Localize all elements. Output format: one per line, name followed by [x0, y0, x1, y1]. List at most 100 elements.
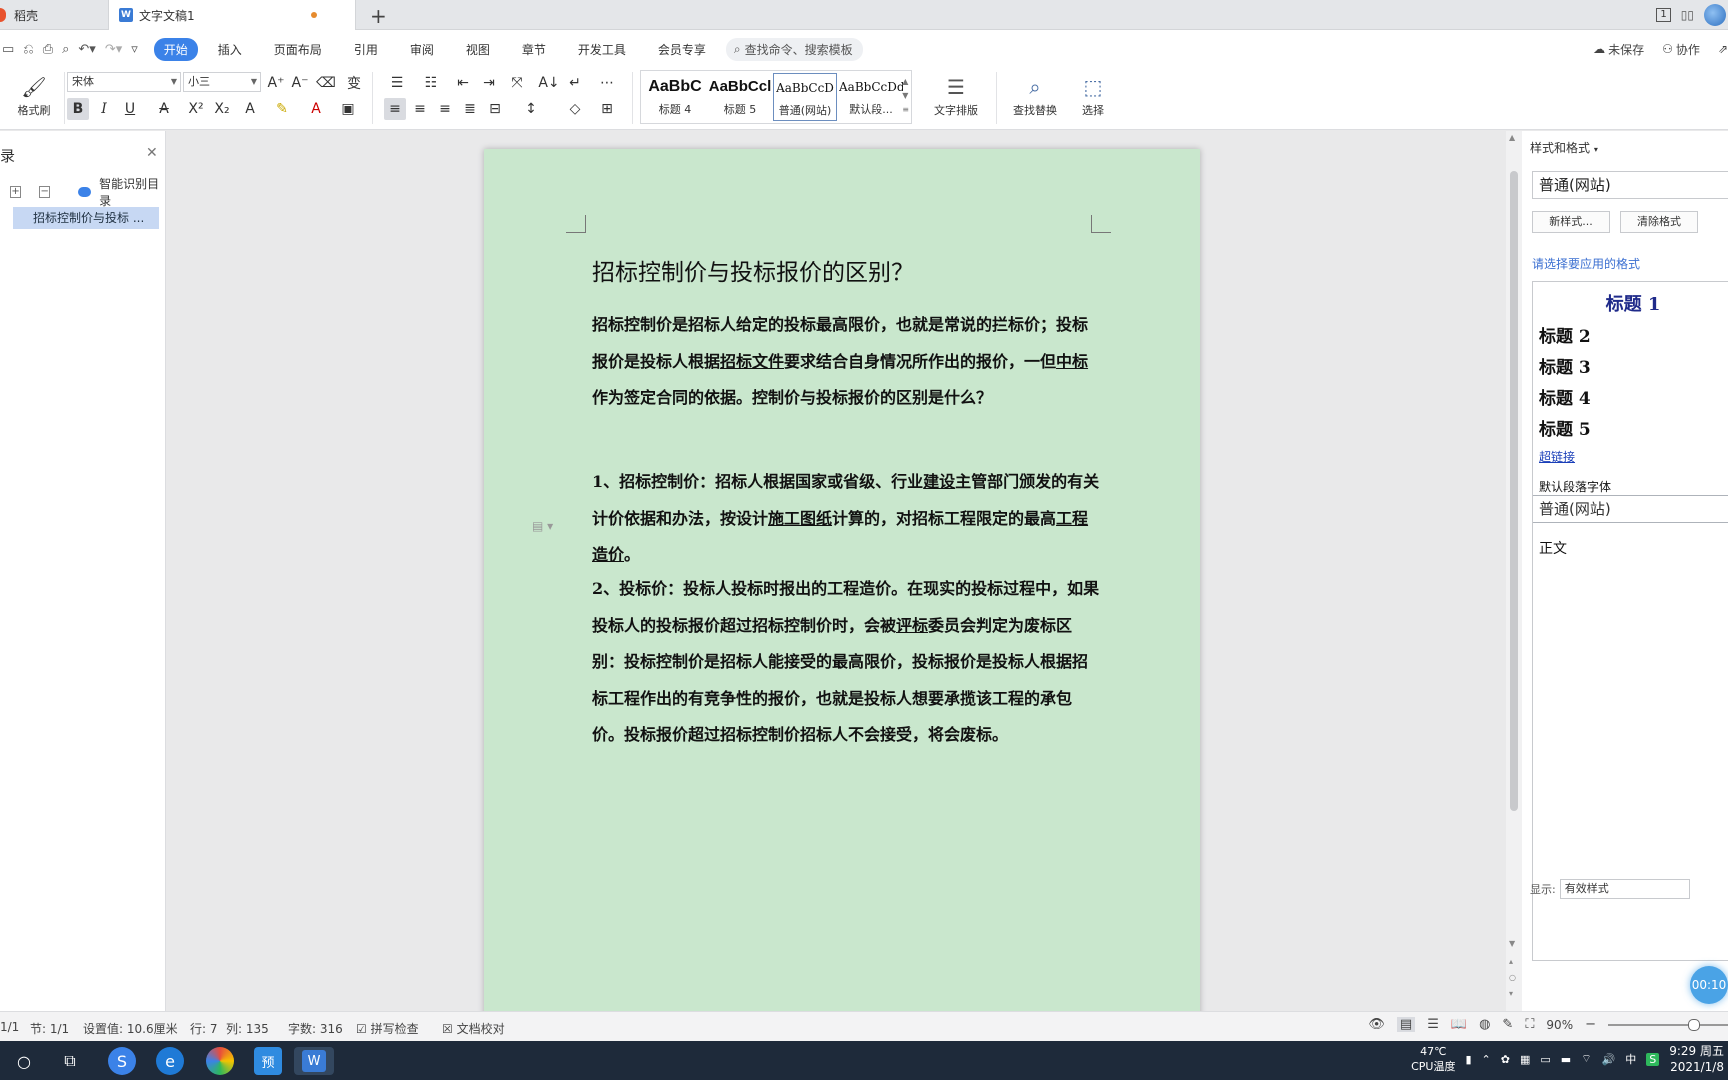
select-button[interactable]: ⬚ 选择	[1072, 72, 1114, 118]
prev-page-icon[interactable]: ▴	[1509, 957, 1513, 966]
toc-item[interactable]: 招标控制价与投标 ...	[13, 207, 159, 229]
style-item-h2[interactable]: 标题 2	[1539, 322, 1591, 347]
smart-toc-button[interactable]: 智能识别目录	[99, 175, 165, 209]
style-heading-4[interactable]: AaBbC 标题 4	[643, 73, 707, 121]
menu-review[interactable]: 审阅	[398, 38, 446, 61]
tab-document[interactable]: W 文字文稿1	[108, 0, 356, 30]
style-heading-5[interactable]: AaBbCcl 标题 5	[708, 73, 772, 121]
find-replace-button[interactable]: ⌕ 查找替换	[1004, 72, 1066, 118]
word-count[interactable]: 字数: 316	[288, 1020, 343, 1037]
subscript-icon[interactable]: X₂	[211, 98, 233, 120]
style-item-h5[interactable]: 标题 5	[1539, 415, 1591, 440]
select-browse-icon[interactable]: ○	[1509, 973, 1516, 982]
text-layout-button[interactable]: ☰ 文字排版	[926, 72, 986, 118]
save-icon[interactable]: ▭	[2, 42, 14, 57]
new-style-button[interactable]: 新样式...	[1532, 211, 1610, 233]
zoom-out-icon[interactable]: −	[1585, 1017, 1596, 1032]
vertical-scrollbar[interactable]: ▲ ▼ ▴ ○ ▾	[1506, 131, 1522, 1011]
doc-proof-button[interactable]: ☒ 文档校对	[442, 1020, 505, 1037]
align-right-icon[interactable]: ≡	[434, 98, 456, 120]
window-count-badge[interactable]: 1	[1656, 8, 1671, 22]
format-painter-button[interactable]: 🖌 格式刷	[6, 72, 62, 118]
current-style-field[interactable]: 普通(网站)	[1532, 171, 1728, 199]
link-win-bid[interactable]: 中标	[1056, 352, 1088, 371]
save-as-icon[interactable]: ⎌	[23, 42, 33, 57]
increase-indent-icon[interactable]: ⇥	[478, 72, 500, 94]
print-icon[interactable]: ⎙	[43, 42, 53, 57]
shrink-font-icon[interactable]: A⁻	[289, 72, 311, 94]
paragraph-handle-icon[interactable]: ▤ ▾	[532, 519, 553, 533]
superscript-icon[interactable]: X²	[185, 98, 207, 120]
link-bid-documents[interactable]: 招标文件	[720, 352, 784, 371]
cpu-temp[interactable]: 47℃ CPU温度	[1411, 1044, 1455, 1074]
char-border-icon[interactable]: ▣	[337, 98, 359, 120]
clear-format-button[interactable]: 清除格式	[1620, 211, 1698, 233]
expand-all-icon[interactable]: +	[10, 186, 22, 198]
bullet-list-icon[interactable]: ☰	[386, 72, 408, 94]
style-item-h4[interactable]: 标题 4	[1539, 384, 1591, 409]
numbered-list-icon[interactable]: ☷	[420, 72, 442, 94]
spell-check-button[interactable]: ☑ 拼写检查	[356, 1020, 419, 1037]
font-size-select[interactable]: 小三 ▼	[183, 72, 261, 92]
task-view-icon[interactable]: ⧉	[56, 1047, 84, 1075]
style-item-h3[interactable]: 标题 3	[1539, 353, 1591, 378]
style-default-paragraph[interactable]: AaBbCcDd 默认段...	[839, 73, 903, 121]
unsaved-button[interactable]: ☁ 未保存	[1593, 41, 1644, 58]
tray-app-icon[interactable]: ✿	[1501, 1053, 1510, 1066]
strikethrough-icon[interactable]: A	[153, 98, 175, 120]
shading-icon[interactable]: ◇	[564, 98, 586, 120]
menu-page-layout[interactable]: 页面布局	[262, 38, 334, 61]
preview-app-icon[interactable]: 预	[254, 1047, 282, 1075]
reading-view-icon[interactable]: 📖	[1451, 1017, 1467, 1032]
zoom-level[interactable]: 90%	[1546, 1018, 1573, 1032]
decrease-indent-icon[interactable]: ⇤	[452, 72, 474, 94]
style-item-web-normal[interactable]: 普通(网站)	[1533, 495, 1728, 523]
menu-chapter[interactable]: 章节	[510, 38, 558, 61]
link-construction-drawings[interactable]: 施工图纸	[768, 509, 832, 528]
style-normal-web[interactable]: AaBbCcD 普通(网站)	[773, 73, 837, 121]
menu-references[interactable]: 引用	[342, 38, 390, 61]
menu-member[interactable]: 会员专享	[646, 38, 718, 61]
bold-icon[interactable]: B	[67, 98, 89, 120]
monitor-icon[interactable]: ▭	[1540, 1053, 1550, 1066]
customize-icon[interactable]: ▿	[131, 42, 138, 57]
menu-view[interactable]: 视图	[454, 38, 502, 61]
collapse-all-icon[interactable]: −	[39, 186, 51, 198]
borders-icon[interactable]: ⊞	[596, 98, 618, 120]
phonetic-icon[interactable]: 变	[343, 72, 365, 94]
underline-icon[interactable]: U	[119, 98, 141, 120]
table-lines-icon[interactable]: ⋯	[596, 72, 618, 94]
volume-icon[interactable]: 🔊	[1602, 1053, 1616, 1066]
font-color-icon[interactable]: A	[305, 98, 327, 120]
avatar[interactable]	[1704, 4, 1726, 26]
menu-developer[interactable]: 开发工具	[566, 38, 638, 61]
share-icon[interactable]: ⇗	[1718, 41, 1728, 58]
zoom-slider[interactable]	[1608, 1018, 1728, 1031]
italic-icon[interactable]: I	[93, 98, 115, 120]
document-title[interactable]: 招标控制价与投标报价的区别？	[592, 253, 914, 287]
command-search-input[interactable]: ⌕ 查找命令、搜索模板	[725, 37, 863, 61]
menu-insert[interactable]: 插入	[206, 38, 254, 61]
style-item-body[interactable]: 正文	[1539, 538, 1567, 558]
style-item-default-font[interactable]: 默认段落字体	[1539, 478, 1611, 495]
eye-protection-icon[interactable]: 👁	[1368, 1017, 1385, 1032]
page-indicator[interactable]: 1/1	[0, 1020, 19, 1034]
gallery-scroll-icon[interactable]: ▲ ▼ ≡	[902, 75, 909, 117]
scroll-down-icon[interactable]: ▼	[1509, 939, 1515, 948]
wifi-icon[interactable]: ⌔	[1581, 1052, 1591, 1066]
style-item-hyperlink[interactable]: 超链接	[1539, 448, 1575, 465]
show-hidden-icon[interactable]: ⌃	[1482, 1053, 1491, 1066]
paragraph-3[interactable]: 2、投标价：投标人投标时报出的工程造价。在现实的投标过程中，如果投标人的投标报价…	[592, 571, 1102, 754]
print-preview-icon[interactable]: ⌕	[62, 42, 69, 57]
recording-timer[interactable]: 00:10	[1690, 966, 1728, 1004]
write-mode-icon[interactable]: ✎	[1502, 1017, 1513, 1032]
document-canvas[interactable]: ▤ ▾ 招标控制价与投标报价的区别？ 招标控制价是招标人给定的投标最高限价，也就…	[167, 131, 1506, 1019]
text-effect-icon[interactable]: A	[239, 98, 261, 120]
document-page[interactable]: ▤ ▾ 招标控制价与投标报价的区别？ 招标控制价是招标人给定的投标最高限价，也就…	[484, 149, 1200, 1019]
undo-icon[interactable]: ↶▾	[78, 42, 95, 57]
page-view-icon[interactable]: ▤	[1396, 1017, 1416, 1032]
ie-browser-icon[interactable]: e	[156, 1047, 184, 1075]
fit-page-icon[interactable]: ⛶	[1525, 1017, 1534, 1032]
sogou-icon[interactable]: S	[108, 1047, 136, 1075]
redo-icon[interactable]: ↷▾	[105, 42, 122, 57]
